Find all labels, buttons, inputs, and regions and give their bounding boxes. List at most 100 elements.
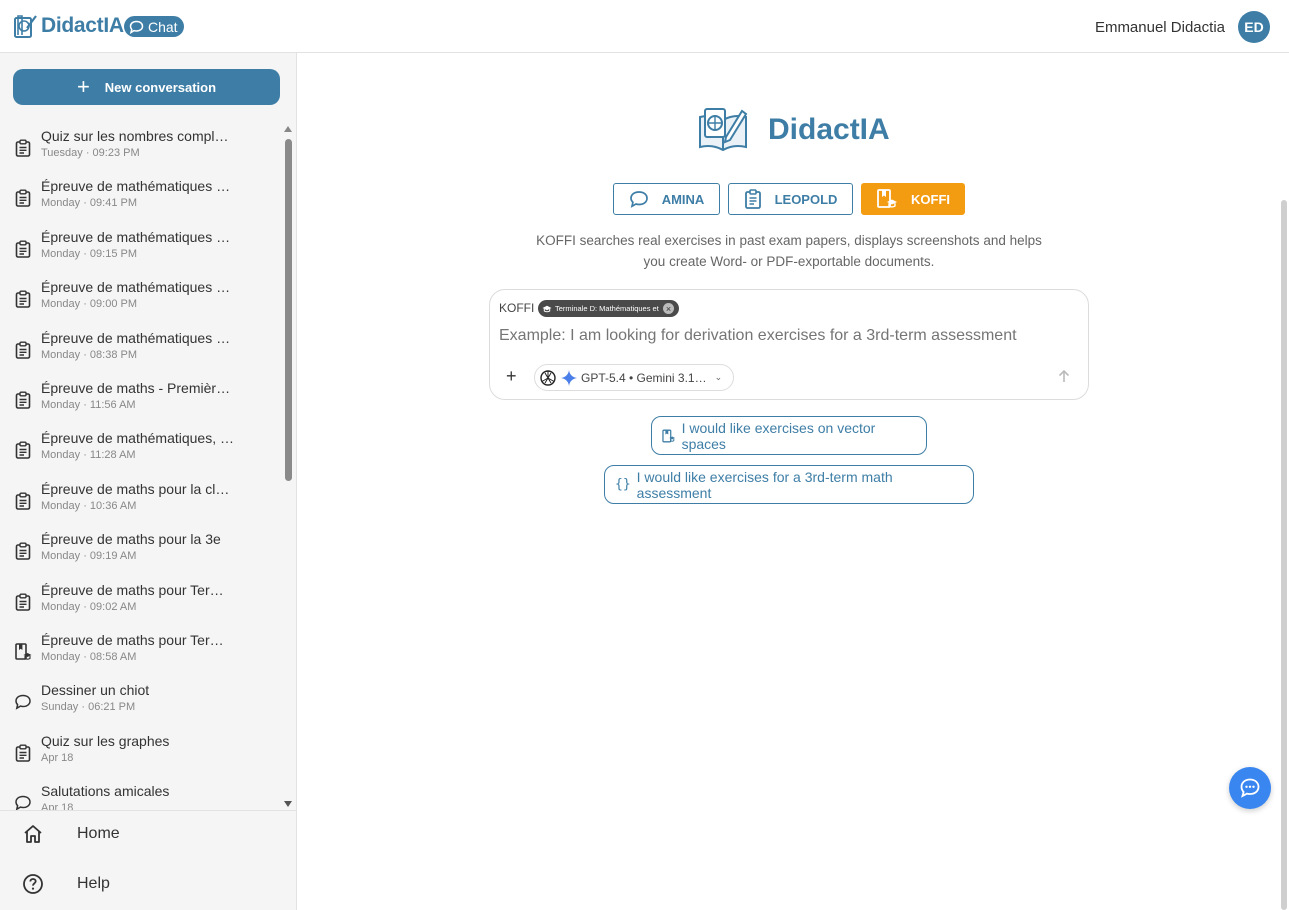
model-selector[interactable]: GPT-5.4 • Gemini 3.1… ⌄ [534, 364, 734, 391]
scroll-down-arrow-icon[interactable] [284, 801, 292, 807]
conversation-item[interactable]: Salutations amicales Apr 18 [0, 781, 283, 810]
main-logo: DidactIA [696, 103, 890, 157]
main-scrollbar[interactable] [1278, 53, 1288, 910]
message-input[interactable] [499, 327, 1079, 345]
conversation-title: Épreuve de mathématiques … [41, 279, 231, 296]
agent-description-line-2: you create Word- or PDF-exportable docum… [643, 254, 935, 269]
conversation-date: Monday · 11:56 AM [41, 398, 136, 411]
agent-description-line-1: KOFFI searches real exercises in past ex… [536, 233, 1042, 248]
chat-bubble-icon [129, 20, 144, 34]
chat-badge-label: Chat [148, 18, 178, 35]
agent-amina-button[interactable]: AMINA [613, 183, 720, 215]
agent-description: KOFFI searches real exercises in past ex… [524, 230, 1054, 272]
conversation-item[interactable]: Épreuve de mathématiques … Monday · 09:00… [0, 277, 283, 327]
conversation-date: Monday · 09:15 PM [41, 247, 137, 260]
agent-leopold-button[interactable]: LEOPOLD [728, 183, 853, 215]
clipboard-icon [14, 391, 32, 409]
support-chat-button[interactable] [1229, 767, 1271, 809]
conversation-date: Monday · 08:38 PM [41, 348, 137, 361]
suggestion-vector-spaces[interactable]: I would like exercises on vector spaces [651, 416, 927, 455]
top-header: DidactIA Chat Emmanuel Didactia ED [0, 0, 1289, 53]
clipboard-icon [14, 341, 32, 359]
agent-leopold-label: LEOPOLD [774, 191, 838, 207]
model-selector-label: GPT-5.4 • Gemini 3.1… [581, 370, 707, 385]
didactia-logo-icon [699, 108, 748, 152]
chat-bubble-icon [629, 191, 648, 208]
chat-dots-icon [1240, 778, 1260, 798]
conversation-item[interactable]: Épreuve de mathématiques … Monday · 09:41… [0, 176, 283, 226]
user-name: Emmanuel Didactia [1094, 18, 1225, 36]
home-link[interactable]: Home [0, 814, 296, 854]
scroll-up-arrow-icon[interactable] [284, 126, 292, 132]
main-scrollbar-thumb[interactable] [1281, 200, 1287, 910]
conversation-item[interactable]: Quiz sur les nombres compl… Tuesday · 09:… [0, 126, 283, 176]
conversation-date: Monday · 09:02 AM [41, 600, 137, 613]
openai-icon [540, 369, 556, 386]
conversation-date: Apr 18 [41, 802, 74, 810]
conversation-date: Monday · 09:00 PM [41, 298, 137, 311]
conversation-title: Épreuve de mathématiques, … [41, 430, 234, 447]
clipboard-icon [744, 189, 761, 209]
clipboard-icon [14, 542, 32, 560]
conversation-item[interactable]: Épreuve de maths pour la 3e Monday · 09:1… [0, 529, 283, 579]
agent-koffi-button[interactable]: KOFFI [861, 183, 965, 215]
suggestion-vector-spaces-label: I would like exercises on vector spaces [681, 419, 876, 452]
help-label: Help [77, 875, 110, 892]
user-menu[interactable]: Emmanuel Didactia ED [1095, 11, 1270, 43]
conversation-date: Monday · 09:41 PM [41, 197, 137, 210]
conversation-title: Épreuve de maths pour Ter… [41, 631, 224, 648]
agent-amina-label: AMINA [661, 191, 705, 207]
conversation-date: Monday · 09:19 AM [41, 550, 137, 563]
sidebar-scrollbar[interactable] [283, 126, 295, 810]
brand-logo[interactable]: DidactIA [14, 13, 124, 39]
new-conversation-label: New conversation [104, 79, 217, 95]
new-conversation-button[interactable]: + New conversation [13, 69, 280, 105]
agent-koffi-label: KOFFI [911, 191, 950, 207]
conversation-title: Épreuve de maths pour la cl… [41, 480, 230, 497]
chat-bubble-icon [14, 693, 32, 711]
conversation-list: Quiz sur les nombres compl… Tuesday · 09:… [0, 126, 283, 810]
clipboard-icon [14, 744, 32, 762]
chevron-down-icon: ⌄ [714, 372, 723, 382]
context-chip[interactable]: Terminale D: Mathématiques et × [538, 300, 679, 317]
send-arrow-icon[interactable] [1057, 369, 1071, 383]
sidebar: + New conversation Quiz sur les nombres … [0, 53, 297, 910]
add-attachment-button[interactable]: + [506, 366, 517, 387]
composer-agent-label: KOFFI [499, 301, 535, 315]
clipboard-icon [14, 139, 32, 157]
conversation-item[interactable]: Quiz sur les graphes Apr 18 [0, 731, 283, 781]
book-cap-icon [14, 643, 32, 661]
plus-icon: + [76, 74, 90, 99]
conversation-date: Apr 18 [41, 751, 74, 764]
message-composer: KOFFI Terminale D: Mathématiques et × + … [489, 289, 1089, 400]
conversation-date: Monday · 11:28 AM [41, 449, 136, 462]
clipboard-icon [14, 593, 32, 611]
context-chip-label: Terminale D: Mathématiques et [555, 304, 659, 313]
conversation-item[interactable]: Épreuve de maths - Premièr… Monday · 11:5… [0, 378, 283, 428]
conversation-date: Tuesday · 09:23 PM [41, 147, 140, 159]
clipboard-icon [14, 441, 32, 460]
conversation-title: Dessiner un chiot [41, 682, 150, 699]
chat-badge[interactable]: Chat [124, 16, 184, 37]
conversation-item[interactable]: Épreuve de maths pour Ter… Monday · 09:02… [0, 580, 283, 630]
conversation-date: Sunday · 06:21 PM [41, 701, 136, 714]
conversation-item[interactable]: Épreuve de maths pour la cl… Monday · 10:… [0, 479, 283, 529]
conversation-title: Épreuve de maths pour Ter… [41, 581, 224, 598]
scrollbar-thumb[interactable] [285, 139, 292, 481]
conversation-item[interactable]: Dessiner un chiot Sunday · 06:21 PM [0, 680, 283, 730]
conversation-item[interactable]: Épreuve de mathématiques, … Monday · 11:2… [0, 428, 283, 478]
conversation-item[interactable]: Épreuve de mathématiques … Monday · 08:38… [0, 328, 283, 378]
avatar[interactable]: ED [1238, 11, 1270, 43]
close-icon[interactable]: × [663, 303, 674, 314]
gemini-sparkle-icon [561, 369, 577, 386]
suggestion-math-assessment[interactable]: {} I would like exercises for a 3rd-term… [604, 465, 974, 504]
conversation-title: Épreuve de mathématiques … [41, 228, 231, 245]
help-link[interactable]: Help [0, 864, 296, 904]
home-icon [24, 825, 42, 843]
braces-icon: {} [615, 477, 631, 492]
conversation-item[interactable]: Épreuve de mathématiques … Monday · 09:15… [0, 227, 283, 277]
conversation-title: Salutations amicales [41, 783, 170, 800]
conversation-title: Épreuve de maths - Premièr… [41, 379, 231, 396]
conversation-item[interactable]: Épreuve de maths pour Ter… Monday · 08:58… [0, 630, 283, 680]
agent-selector: AMINA LEOPOLD KOFFI [613, 183, 973, 215]
